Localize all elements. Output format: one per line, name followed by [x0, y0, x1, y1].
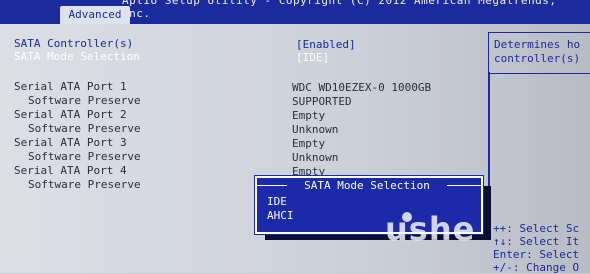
key-help-line-2: ↑↓: Select It	[493, 235, 580, 248]
watermark: ushe	[385, 210, 476, 248]
setting-label-preserve-1: Software Preserve	[28, 94, 141, 107]
setting-label-port-2: Serial ATA Port 2	[14, 108, 127, 121]
setting-label-port-1: Serial ATA Port 1	[14, 80, 127, 93]
setting-value-port-1: WDC WD10EZEX-0 1000GB	[292, 81, 432, 94]
tab-advanced[interactable]: Advanced	[60, 6, 130, 24]
setting-label-port-4: Serial ATA Port 4	[14, 164, 127, 177]
setting-value-port-2: Empty	[292, 109, 326, 122]
key-help: ++: Select Sc ↑↓: Select It Enter: Selec…	[493, 222, 579, 274]
setting-label-sata-controller[interactable]: SATA Controller(s)	[14, 37, 133, 51]
title-bar: Aptio Setup Utility - Copyright (C) 2012…	[0, 0, 590, 24]
setting-label-preserve-4: Software Preserve	[28, 178, 141, 191]
help-line-2: controller(s)	[494, 52, 581, 65]
help-line-1: Determines ho	[494, 38, 581, 51]
key-help-line-1: ++: Select Sc	[493, 222, 580, 235]
setting-label-port-3: Serial ATA Port 3	[14, 136, 127, 149]
setting-value-sata-controller[interactable]: [Enabled]	[296, 38, 356, 52]
setting-label-preserve-3: Software Preserve	[28, 150, 141, 163]
title-text: Aptio Setup Utility - Copyright (C) 2012…	[122, 0, 557, 20]
popup-option-ahci[interactable]: AHCI	[267, 209, 294, 222]
setting-value-preserve-3: Unknown	[292, 151, 339, 164]
popup-option-ide[interactable]: IDE	[267, 195, 287, 208]
help-text: Determines ho controller(s)	[494, 38, 580, 66]
setting-value-preserve-1: SUPPORTED	[292, 95, 352, 108]
setting-label-preserve-2: Software Preserve	[28, 122, 141, 135]
popup-title-text: SATA Mode Selection	[302, 179, 432, 192]
setting-value-port-3: Empty	[292, 137, 326, 150]
key-help-line-3: Enter: Select	[493, 248, 580, 261]
setting-value-sata-mode[interactable]: [IDE]	[296, 51, 329, 65]
setting-value-preserve-2: Unknown	[292, 123, 339, 136]
key-help-line-4: +/-: Change O	[493, 261, 580, 274]
popup-title: SATA Mode Selection	[287, 179, 447, 192]
setting-label-sata-mode[interactable]: SATA Mode Selection	[14, 50, 140, 64]
